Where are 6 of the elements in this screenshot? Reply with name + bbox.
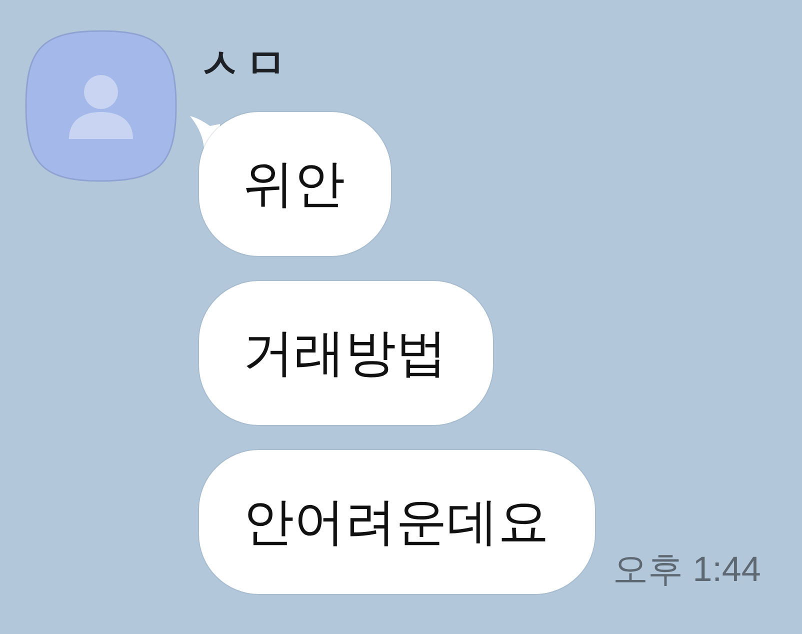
sender-name: ㅅㅁ	[199, 42, 291, 86]
message-bubble: 안어려운데요	[199, 450, 595, 594]
message-time: 오후 1:44	[613, 550, 761, 590]
avatar-icon	[25, 30, 177, 182]
message-bubble: 거래방법	[199, 281, 493, 425]
message-bubble: 위안	[199, 112, 391, 256]
